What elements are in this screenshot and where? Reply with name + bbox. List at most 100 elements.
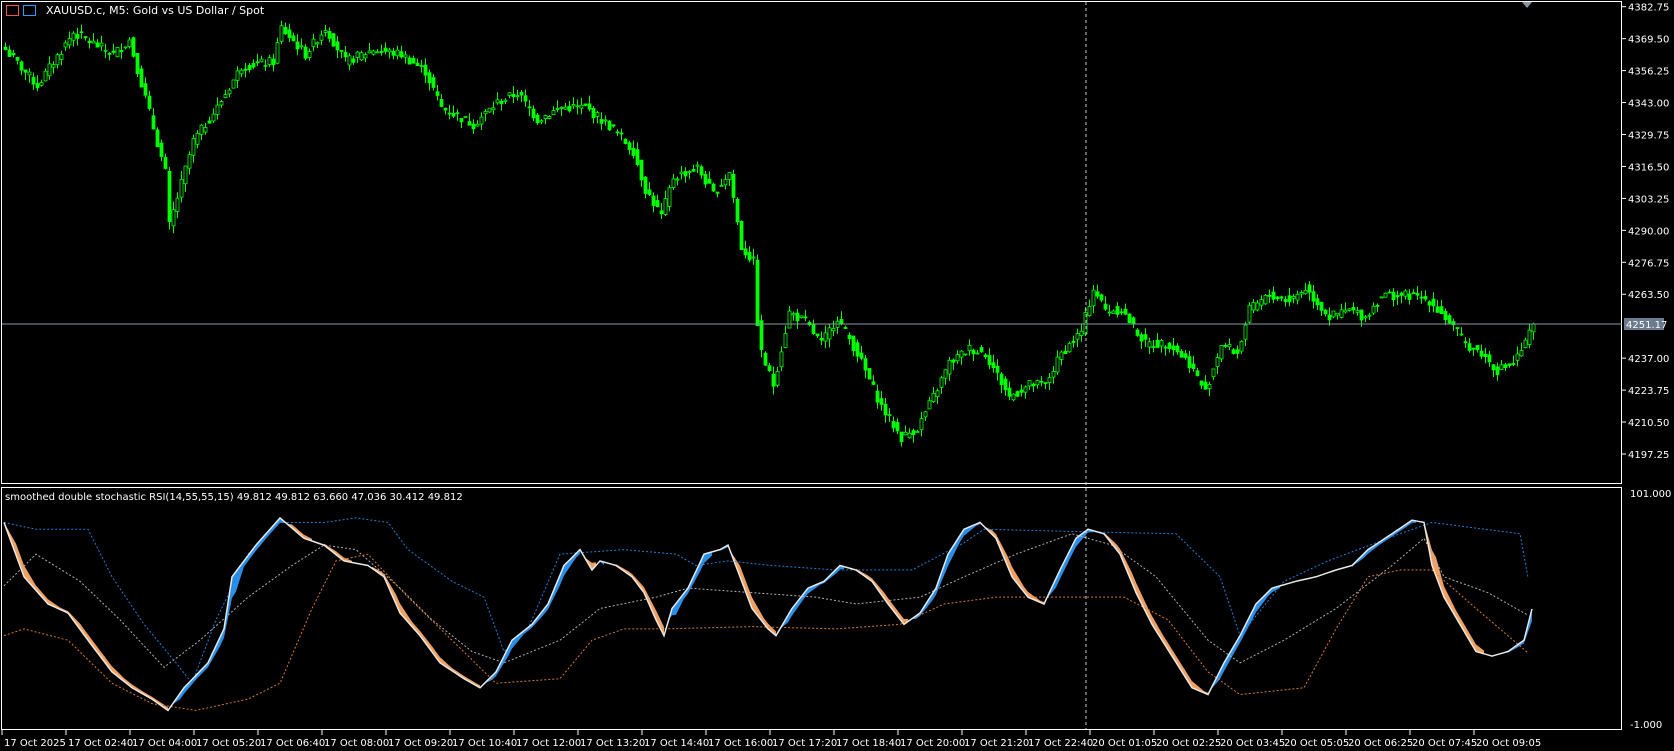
candle-bear [111, 50, 116, 53]
candle-bull [1363, 316, 1368, 319]
candle-bear [875, 390, 880, 403]
candle-bear [879, 398, 884, 405]
candle-bear [891, 421, 896, 429]
candle-bear [1155, 339, 1160, 348]
indicator-title: smoothed double stochastic RSI(14,55,55,… [5, 492, 463, 503]
header-icons [6, 5, 36, 16]
candle-bear [1415, 293, 1420, 296]
chart-canvas[interactable]: 4382.75 4369.50 4356.25 4343.00 4329.75 4316.… [0, 0, 1674, 751]
candle-bear [327, 31, 332, 39]
candle-bear [151, 115, 156, 130]
chart-list-icon[interactable] [6, 5, 19, 16]
candle-bear [631, 148, 636, 156]
time-label: 17 Oct 18:40 [836, 738, 901, 749]
candle-bear [591, 108, 596, 119]
candle-bull [419, 65, 424, 68]
candle-bull [1151, 346, 1156, 349]
candle-bear [383, 47, 388, 52]
candle-bear [135, 53, 140, 75]
candle-bull [579, 104, 584, 109]
candle-bull [1259, 299, 1264, 306]
candle-bull [215, 104, 220, 115]
candle-bear [611, 124, 616, 127]
candle-bull [671, 178, 676, 188]
candle-bear [1311, 291, 1316, 302]
candle-bear [983, 354, 988, 358]
symbol-info-icon[interactable] [23, 5, 36, 16]
candle-bear [843, 327, 848, 329]
candle-bear [583, 103, 588, 106]
candle-bear [271, 58, 276, 66]
time-label: 17 Oct 16:00 [708, 738, 773, 749]
candle-bull [463, 116, 468, 118]
candle-bear [847, 334, 852, 340]
candle-bear [1467, 343, 1472, 351]
candle-bear [1319, 301, 1324, 311]
candle-bull [903, 431, 908, 436]
candle-bear [1187, 356, 1192, 369]
candle-bull [223, 94, 228, 99]
candle-bull [275, 42, 280, 64]
candle-bull [363, 54, 368, 59]
candle-bear [815, 333, 820, 337]
candle-bull [227, 89, 232, 95]
candle-bull [1147, 341, 1152, 348]
candle-bear [471, 123, 476, 130]
chart-shift-marker-icon[interactable] [1522, 2, 1532, 8]
candle-bull [315, 42, 320, 45]
candle-bear [1163, 346, 1168, 349]
candle-bear [351, 58, 356, 63]
price-tick-label: 4223.75 [1628, 386, 1669, 397]
candle-bear [1143, 334, 1148, 340]
candle-bear [431, 77, 436, 88]
candle-bear [715, 191, 720, 194]
candle-bear [1275, 296, 1280, 300]
candle-bear [1099, 294, 1104, 301]
candle-bear [1015, 391, 1020, 397]
candle-bear [767, 365, 772, 372]
candle-bull [279, 25, 284, 42]
candle-bear [15, 57, 20, 61]
candle-bull [1107, 311, 1112, 314]
candle-bear [1323, 309, 1328, 315]
candle-bull [55, 54, 60, 66]
candle-bear [287, 29, 292, 39]
candle-bear [31, 76, 36, 85]
time-label: 17 Oct 17:20 [772, 738, 837, 749]
candle-bear [435, 91, 440, 96]
candle-bear [1423, 295, 1428, 300]
candle-bull [719, 184, 724, 187]
candle-bull [59, 53, 64, 60]
time-label: 17 Oct 04:00 [132, 738, 197, 749]
candle-bear [95, 42, 100, 48]
candle-bear [607, 120, 612, 131]
candle-bull [551, 110, 556, 116]
candle-bull [231, 79, 236, 89]
candle-bear [899, 431, 904, 443]
candle-bear [979, 347, 984, 353]
candle-bull [555, 107, 560, 110]
candle-bear [1315, 298, 1320, 306]
candle-bull [403, 54, 408, 58]
candle-bull [1515, 353, 1520, 361]
candle-bull [1247, 304, 1252, 323]
candle-bear [587, 103, 592, 110]
price-tick-label: 4356.25 [1628, 67, 1669, 78]
candle-bear [739, 221, 744, 250]
candle-bear [455, 112, 460, 115]
candle-bear [1475, 345, 1480, 351]
time-label: 17 Oct 22:40 [1028, 738, 1093, 749]
candle-bear [283, 26, 288, 35]
candle-bear [747, 251, 752, 261]
candle-bear [467, 121, 472, 126]
candle-bull [171, 209, 176, 227]
candle-bear [147, 95, 152, 109]
candle-bull [827, 327, 832, 340]
candle-bull [235, 70, 240, 81]
candle-bull [1239, 340, 1244, 352]
candle-bull [1523, 339, 1528, 348]
time-label: 17 Oct 05:20 [196, 738, 261, 749]
candle-bull [1263, 294, 1268, 305]
price-tick-label: 4197.25 [1628, 450, 1669, 461]
candle-bull [967, 344, 972, 352]
